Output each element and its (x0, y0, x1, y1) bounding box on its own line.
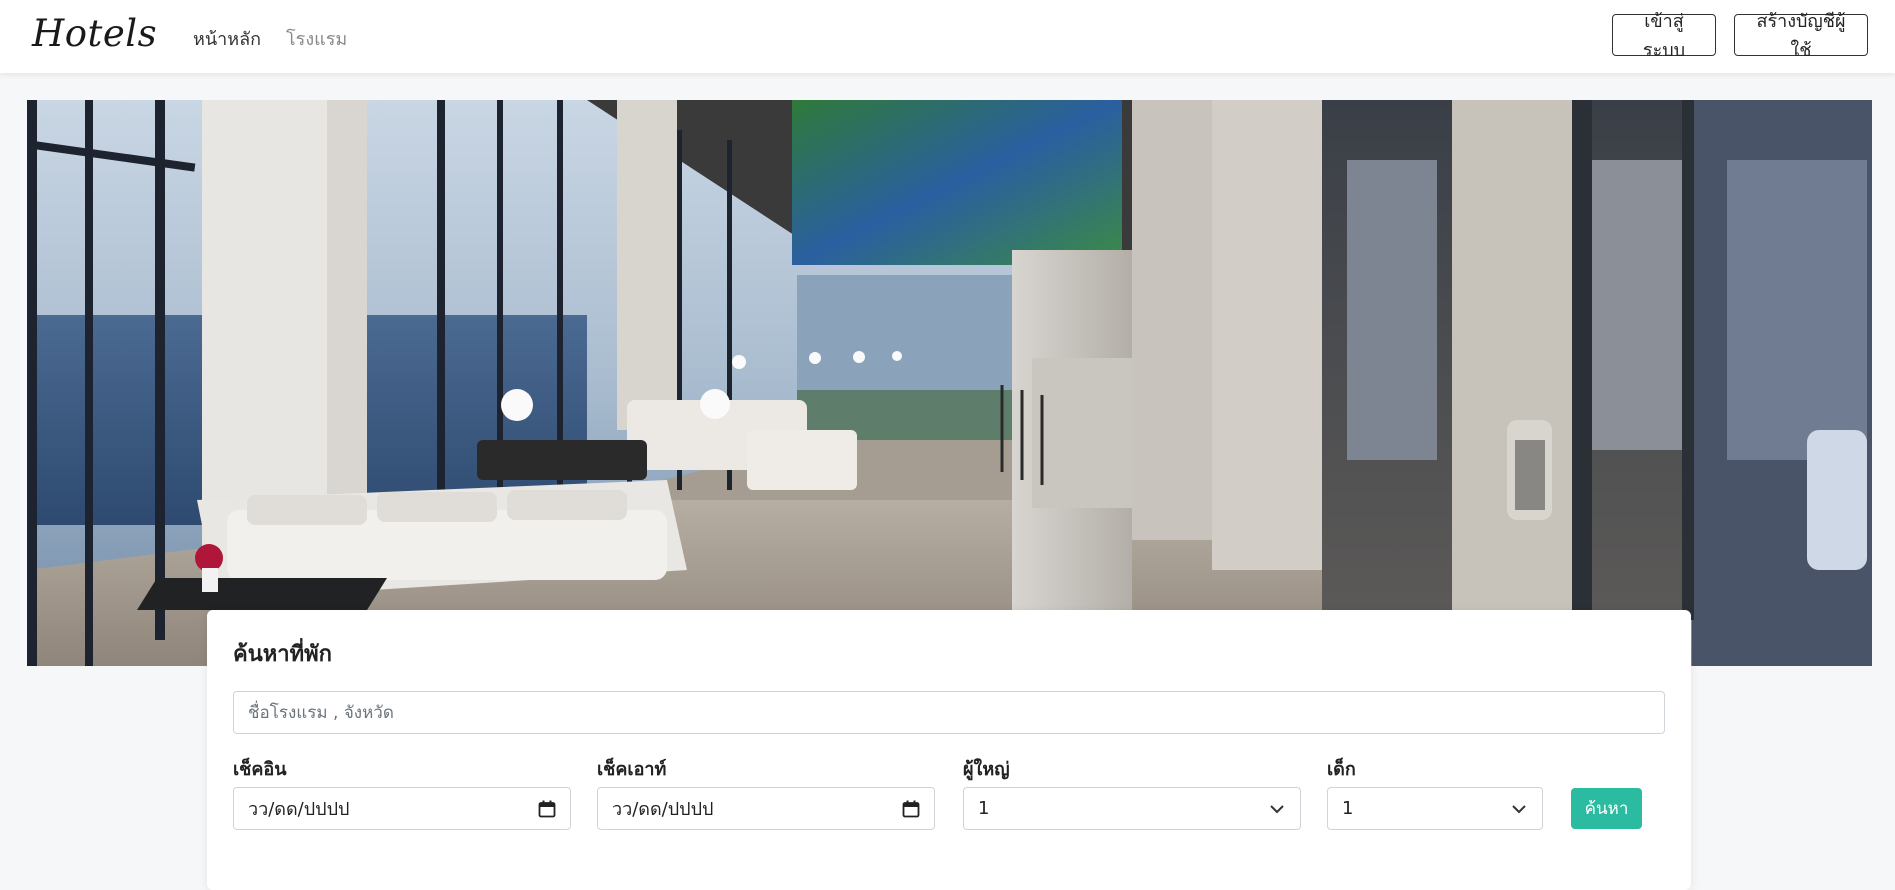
checkout-date-input[interactable]: วว/ดด/ปปปป (597, 787, 935, 830)
checkout-date-value: วว/ดด/ปปปป (612, 799, 714, 820)
chevron-down-icon (1512, 804, 1526, 813)
navbar: Hotels หน้าหลัก โรงแรม เข้าสู่ระบบ สร้าง… (0, 0, 1895, 73)
calendar-icon[interactable] (902, 800, 920, 818)
adults-label: ผู้ใหญ่ (963, 759, 1010, 780)
kids-select-value: 1 (1342, 798, 1354, 819)
register-button[interactable]: สร้างบัญชีผู้ใช้ (1734, 11, 1868, 61)
nav-link-hotels[interactable]: โรงแรม (286, 24, 347, 53)
search-title: ค้นหาที่พัก (233, 642, 332, 667)
chevron-down-icon (1270, 804, 1284, 813)
search-button[interactable]: ค้นหา (1571, 788, 1642, 829)
login-button[interactable]: เข้าสู่ระบบ (1612, 11, 1716, 61)
checkout-label: เช็คเอาท์ (597, 759, 667, 780)
search-card: ค้นหาที่พัก เช็คอิน วว/ดด/ปปปป เช็คเอาท์… (207, 610, 1691, 890)
kids-select[interactable]: 1 (1327, 787, 1543, 830)
brand-logo[interactable]: Hotels (32, 12, 157, 55)
hotel-search-input[interactable] (233, 691, 1665, 734)
hero-image (27, 100, 1872, 666)
adults-select-value: 1 (978, 798, 990, 819)
checkin-date-value: วว/ดด/ปปปป (248, 799, 350, 820)
hotel-lobby-photo (27, 100, 1872, 666)
nav-link-home[interactable]: หน้าหลัก (193, 24, 261, 53)
calendar-icon[interactable] (538, 800, 556, 818)
checkin-date-input[interactable]: วว/ดด/ปปปป (233, 787, 571, 830)
adults-select[interactable]: 1 (963, 787, 1301, 830)
checkin-label: เช็คอิน (233, 759, 287, 780)
kids-label: เด็ก (1327, 759, 1356, 780)
